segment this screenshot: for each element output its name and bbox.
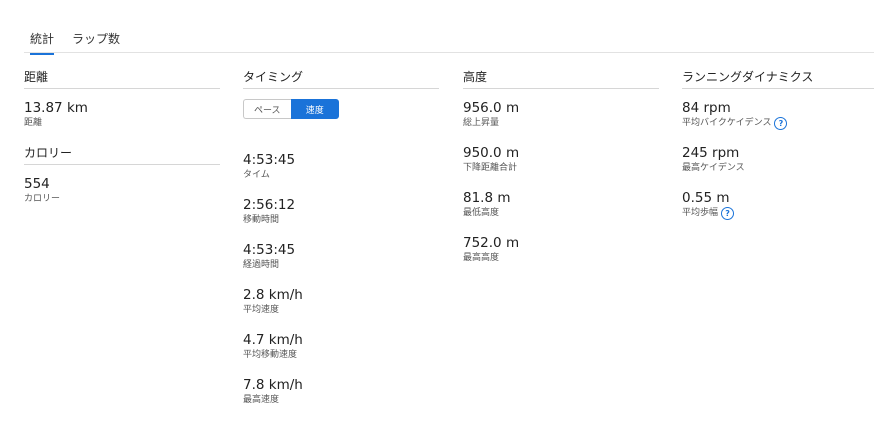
stat-value: 4.7 km/h [243,332,303,348]
stat-total-ascent: 956.0 m 総上昇量 [463,99,659,144]
running-dynamics-section: ランニングダイナミクス 84 rpm 平均バイクケイデンス ? 245 rpm … [682,68,874,234]
stat-value: 554 [24,176,50,192]
stat-label: 総上昇量 [463,118,500,128]
stat-avg-stride: 0.55 m 平均歩幅 ? [682,189,874,234]
stat-value: 950.0 m [463,145,520,161]
stat-label: 平均移動速度 [243,350,298,360]
stat-max-speed: 7.8 km/h 最高速度 [243,376,439,421]
stat-value: 81.8 m [463,190,511,206]
stat-value: 752.0 m [463,235,520,251]
stat-value: 0.55 m [682,190,730,206]
stat-value: 956.0 m [463,100,520,116]
pace-toggle-button[interactable]: ペース [243,99,291,119]
stat-value: 245 rpm [682,145,740,161]
timing-title: タイミング [243,68,439,89]
stat-label-row: 平均歩幅 ? [682,207,874,220]
stat-label: 距離 [24,118,43,128]
stat-value: 2.8 km/h [243,287,303,303]
stat-time: 4:53:45 タイム [243,151,439,196]
stat-value: 4:53:45 [243,242,296,258]
stat-label: 移動時間 [243,215,280,225]
stat-max-elevation: 752.0 m 最高高度 [463,234,659,279]
tab-stats[interactable]: 統計 [30,30,55,55]
elevation-title: 高度 [463,68,659,89]
stat-label: タイム [243,170,270,180]
stat-value: 7.8 km/h [243,377,303,393]
speed-toggle-button[interactable]: 速度 [290,99,339,119]
running-dynamics-title: ランニングダイナミクス [682,68,874,89]
stat-label: 最高速度 [243,395,280,405]
stat-avg-cadence: 84 rpm 平均バイクケイデンス ? [682,99,874,144]
calories-section: カロリー 554 カロリー [24,144,220,220]
stat-label: 平均速度 [243,305,280,315]
calories-title: カロリー [24,144,220,165]
stat-label: 最低高度 [463,208,500,218]
distance-section: 距離 13.87 km 距離 [24,68,220,144]
distance-title: 距離 [24,68,220,89]
stat-moving-time: 2:56:12 移動時間 [243,196,439,241]
stat-min-elevation: 81.8 m 最低高度 [463,189,659,234]
stat-elapsed-time: 4:53:45 経過時間 [243,241,439,286]
stat-label: 平均バイクケイデンス [682,118,772,128]
stat-total-descent: 950.0 m 下降距離合計 [463,144,659,189]
timing-section: タイミング ペース 速度 4:53:45 タイム 2:56:12 移動時間 4:… [243,68,439,421]
stat-label-row: 平均バイクケイデンス ? [682,117,874,130]
stat-value: 4:53:45 [243,152,296,168]
stat-max-cadence: 245 rpm 最高ケイデンス [682,144,874,189]
stat-calories: 554 カロリー [24,175,220,220]
tab-laps[interactable]: ラップ数 [72,30,120,53]
elevation-section: 高度 956.0 m 総上昇量 950.0 m 下降距離合計 81.8 m 最低… [463,68,659,279]
pace-speed-toggle: ペース 速度 [243,99,339,119]
stat-distance: 13.87 km 距離 [24,99,220,144]
stat-label: 下降距離合計 [463,163,518,173]
stat-label: 経過時間 [243,260,280,270]
stat-value: 84 rpm [682,100,731,116]
stat-avg-moving-speed: 4.7 km/h 平均移動速度 [243,331,439,376]
stat-value: 2:56:12 [243,197,296,213]
stat-label: 最高高度 [463,253,500,263]
help-icon[interactable]: ? [774,117,788,130]
stat-avg-speed: 2.8 km/h 平均速度 [243,286,439,331]
stat-label: 最高ケイデンス [682,163,745,173]
stat-label: カロリー [24,194,61,204]
tab-bar: 統計 ラップ数 [24,26,874,55]
column-distance-calories: 距離 13.87 km 距離 カロリー 554 カロリー [24,68,220,220]
help-icon[interactable]: ? [721,207,735,220]
stat-value: 13.87 km [24,100,88,116]
stat-label: 平均歩幅 [682,208,719,218]
